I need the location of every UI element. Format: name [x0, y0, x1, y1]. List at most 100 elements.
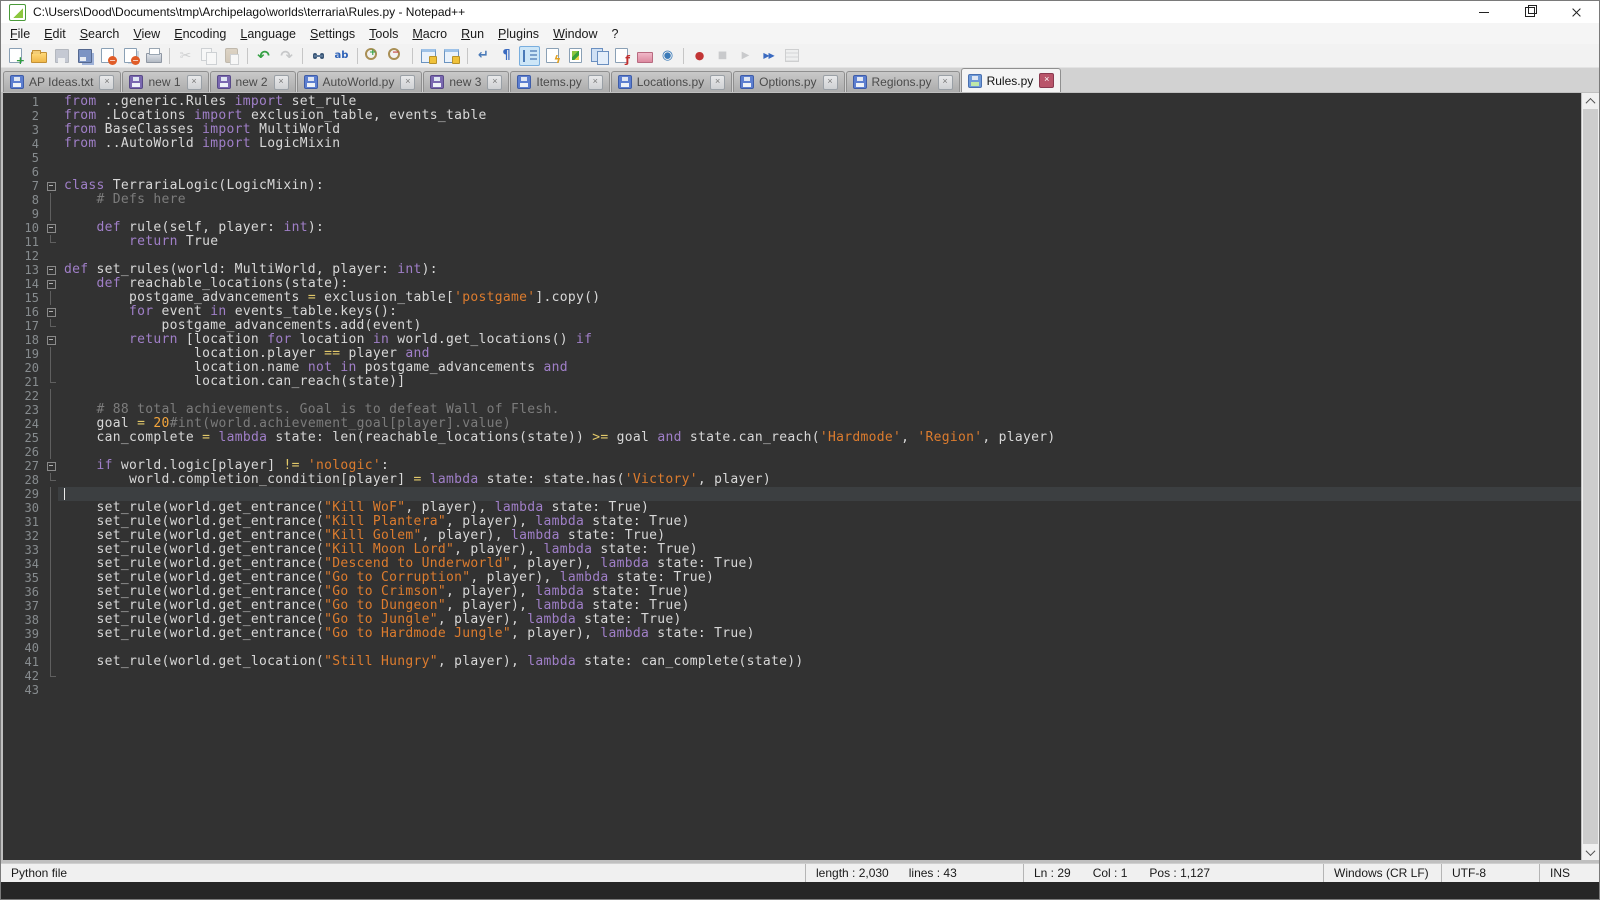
line-number[interactable]: 2 [3, 109, 44, 123]
menu-plugins[interactable]: Plugins [491, 25, 546, 43]
line-number[interactable]: 14 [3, 277, 44, 291]
scrollbar-thumb[interactable] [1583, 109, 1598, 844]
code-line-text[interactable] [58, 669, 1581, 683]
function-list-icon[interactable] [611, 46, 632, 66]
line-number[interactable]: 13 [3, 263, 44, 277]
restore-button[interactable] [1507, 1, 1553, 23]
line-number[interactable]: 18 [3, 333, 44, 347]
line-number[interactable]: 5 [3, 151, 44, 165]
code-line-text[interactable]: location.can_reach(state)] [58, 375, 1581, 389]
line-number[interactable]: 43 [3, 683, 44, 697]
tab-close-icon[interactable] [588, 75, 603, 90]
line-number[interactable]: 37 [3, 599, 44, 613]
tab-new-1[interactable]: new 1 [122, 71, 208, 92]
fold-marker[interactable] [44, 319, 58, 333]
line-number[interactable]: 1 [3, 95, 44, 109]
code-line-text[interactable]: postgame_advancements.add(event) [58, 319, 1581, 333]
code-line-text[interactable]: set_rule(world.get_location("Still Hungr… [58, 655, 1581, 669]
tab-options-py[interactable]: Options.py [733, 71, 844, 92]
fold-marker[interactable] [44, 361, 58, 375]
code-line-text[interactable]: def set_rules(world: MultiWorld, player:… [58, 263, 1581, 277]
line-number[interactable]: 20 [3, 361, 44, 375]
line-number[interactable]: 35 [3, 571, 44, 585]
line-number[interactable]: 10 [3, 221, 44, 235]
tab-close-icon[interactable] [187, 75, 202, 90]
print-icon[interactable] [143, 46, 164, 66]
fold-marker[interactable] [44, 375, 58, 389]
fold-marker[interactable] [44, 389, 58, 403]
code-line-text[interactable]: set_rule(world.get_entrance("Kill Plante… [58, 515, 1581, 529]
open-file-icon[interactable] [28, 46, 49, 66]
redo-icon[interactable] [276, 46, 297, 66]
monitoring-icon[interactable] [657, 46, 678, 66]
code-line-text[interactable] [58, 445, 1581, 459]
document-map-icon[interactable] [565, 46, 586, 66]
line-number[interactable]: 28 [3, 473, 44, 487]
code-line-text[interactable]: set_rule(world.get_entrance("Kill Golem"… [58, 529, 1581, 543]
line-number[interactable]: 9 [3, 207, 44, 221]
line-number[interactable]: 34 [3, 557, 44, 571]
fold-marker[interactable] [44, 487, 58, 501]
line-number[interactable]: 32 [3, 529, 44, 543]
zoom-in-icon[interactable] [363, 46, 384, 66]
menu-view[interactable]: View [126, 25, 167, 43]
fold-marker[interactable] [44, 641, 58, 655]
macro-save-icon[interactable] [781, 46, 802, 66]
show-all-characters-icon[interactable] [496, 46, 517, 66]
tab-close-icon[interactable] [400, 75, 415, 90]
tab-close-icon[interactable] [710, 75, 725, 90]
fold-marker[interactable] [44, 417, 58, 431]
fold-marker[interactable] [44, 627, 58, 641]
fold-marker[interactable] [44, 221, 58, 235]
code-line-text[interactable]: set_rule(world.get_entrance("Go to Dunge… [58, 599, 1581, 613]
code-line-text[interactable]: set_rule(world.get_entrance("Go to Corru… [58, 571, 1581, 585]
vertical-scrollbar[interactable] [1582, 93, 1599, 860]
code-line-text[interactable]: set_rule(world.get_entrance("Go to Jungl… [58, 613, 1581, 627]
tab-close-icon[interactable] [99, 75, 114, 90]
find-icon[interactable] [308, 46, 329, 66]
line-number[interactable]: 22 [3, 389, 44, 403]
macro-stop-icon[interactable] [712, 46, 733, 66]
line-number[interactable]: 12 [3, 249, 44, 263]
code-line-text[interactable] [58, 389, 1581, 403]
close-file-icon[interactable] [97, 46, 118, 66]
line-number[interactable]: 26 [3, 445, 44, 459]
code-line-text[interactable]: goal = 20#int(world.achievement_goal[pla… [58, 417, 1581, 431]
fold-marker[interactable] [44, 459, 58, 473]
fold-marker[interactable] [44, 599, 58, 613]
line-number[interactable]: 17 [3, 319, 44, 333]
code-line-text[interactable]: return True [58, 235, 1581, 249]
save-icon[interactable] [51, 46, 72, 66]
fold-marker[interactable] [44, 585, 58, 599]
code-line-text[interactable]: set_rule(world.get_entrance("Kill WoF", … [58, 501, 1581, 515]
code-line-text[interactable]: from BaseClasses import MultiWorld [58, 123, 1581, 137]
line-number[interactable]: 31 [3, 515, 44, 529]
fold-marker[interactable] [44, 347, 58, 361]
line-number[interactable]: 40 [3, 641, 44, 655]
line-number[interactable]: 6 [3, 165, 44, 179]
menu-encoding[interactable]: Encoding [167, 25, 233, 43]
tab-new-2[interactable]: new 2 [210, 71, 296, 92]
line-number[interactable]: 3 [3, 123, 44, 137]
save-all-icon[interactable] [74, 46, 95, 66]
tab-rules-py[interactable]: Rules.py [961, 68, 1062, 92]
paste-icon[interactable] [221, 46, 242, 66]
code-line-text[interactable] [58, 207, 1581, 221]
code-line-text[interactable]: location.player == player and [58, 347, 1581, 361]
code-line-text[interactable]: can_complete = lambda state: len(reachab… [58, 431, 1581, 445]
line-number[interactable]: 38 [3, 613, 44, 627]
fold-marker[interactable] [44, 95, 58, 109]
code-line-text[interactable]: def rule(self, player: int): [58, 221, 1581, 235]
line-number[interactable]: 29 [3, 487, 44, 501]
code-line-text[interactable]: postgame_advancements = exclusion_table[… [58, 291, 1581, 305]
tab-autoworld-py[interactable]: AutoWorld.py [297, 71, 423, 92]
status-insert-mode[interactable]: INS [1539, 864, 1599, 882]
fold-marker[interactable] [44, 193, 58, 207]
line-number[interactable]: 30 [3, 501, 44, 515]
folder-as-workspace-icon[interactable] [634, 46, 655, 66]
fold-marker[interactable] [44, 249, 58, 263]
menu-macro[interactable]: Macro [405, 25, 454, 43]
undo-icon[interactable] [253, 46, 274, 66]
menu-help[interactable]: ? [605, 25, 626, 43]
menu-run[interactable]: Run [454, 25, 491, 43]
